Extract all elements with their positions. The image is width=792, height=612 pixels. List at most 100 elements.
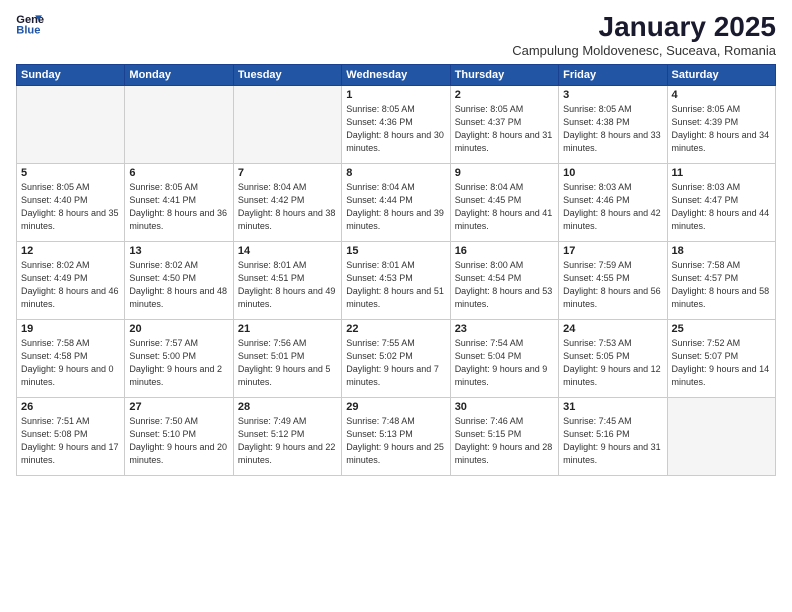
logo-icon: General Blue xyxy=(16,12,44,36)
day-info: Sunrise: 8:05 AM Sunset: 4:39 PM Dayligh… xyxy=(672,103,771,155)
day-number: 11 xyxy=(672,167,771,179)
day-number: 3 xyxy=(563,89,662,101)
logo: General Blue xyxy=(16,12,44,36)
calendar-cell: 30 Sunrise: 7:46 AM Sunset: 5:15 PM Dayli… xyxy=(450,397,558,475)
day-number: 28 xyxy=(238,401,337,413)
calendar-cell: 31 Sunrise: 7:45 AM Sunset: 5:16 PM Dayli… xyxy=(559,397,667,475)
day-info: Sunrise: 7:58 AM Sunset: 4:57 PM Dayligh… xyxy=(672,259,771,311)
calendar-cell: 17 Sunrise: 7:59 AM Sunset: 4:55 PM Dayli… xyxy=(559,241,667,319)
week-row-4: 19 Sunrise: 7:58 AM Sunset: 4:58 PM Dayli… xyxy=(17,319,776,397)
day-info: Sunrise: 7:49 AM Sunset: 5:12 PM Dayligh… xyxy=(238,415,337,467)
day-number: 20 xyxy=(129,323,228,335)
calendar-cell: 7 Sunrise: 8:04 AM Sunset: 4:42 PM Daylig… xyxy=(233,163,341,241)
day-info: Sunrise: 7:58 AM Sunset: 4:58 PM Dayligh… xyxy=(21,337,120,389)
day-number: 10 xyxy=(563,167,662,179)
day-number: 18 xyxy=(672,245,771,257)
week-row-5: 26 Sunrise: 7:51 AM Sunset: 5:08 PM Dayli… xyxy=(17,397,776,475)
day-info: Sunrise: 8:05 AM Sunset: 4:40 PM Dayligh… xyxy=(21,181,120,233)
day-number: 31 xyxy=(563,401,662,413)
day-number: 4 xyxy=(672,89,771,101)
calendar-cell: 15 Sunrise: 8:01 AM Sunset: 4:53 PM Dayli… xyxy=(342,241,450,319)
calendar-cell: 8 Sunrise: 8:04 AM Sunset: 4:44 PM Daylig… xyxy=(342,163,450,241)
day-info: Sunrise: 7:53 AM Sunset: 5:05 PM Dayligh… xyxy=(563,337,662,389)
day-info: Sunrise: 7:50 AM Sunset: 5:10 PM Dayligh… xyxy=(129,415,228,467)
day-number: 26 xyxy=(21,401,120,413)
day-info: Sunrise: 7:52 AM Sunset: 5:07 PM Dayligh… xyxy=(672,337,771,389)
day-info: Sunrise: 7:54 AM Sunset: 5:04 PM Dayligh… xyxy=(455,337,554,389)
day-info: Sunrise: 7:51 AM Sunset: 5:08 PM Dayligh… xyxy=(21,415,120,467)
calendar-cell: 19 Sunrise: 7:58 AM Sunset: 4:58 PM Dayli… xyxy=(17,319,125,397)
calendar-cell xyxy=(667,397,775,475)
day-number: 24 xyxy=(563,323,662,335)
day-number: 8 xyxy=(346,167,445,179)
calendar-cell: 18 Sunrise: 7:58 AM Sunset: 4:57 PM Dayli… xyxy=(667,241,775,319)
svg-text:Blue: Blue xyxy=(16,24,40,36)
header-saturday: Saturday xyxy=(667,64,775,85)
calendar-cell xyxy=(17,85,125,163)
day-info: Sunrise: 8:05 AM Sunset: 4:36 PM Dayligh… xyxy=(346,103,445,155)
day-info: Sunrise: 8:03 AM Sunset: 4:47 PM Dayligh… xyxy=(672,181,771,233)
day-number: 1 xyxy=(346,89,445,101)
day-number: 2 xyxy=(455,89,554,101)
week-row-2: 5 Sunrise: 8:05 AM Sunset: 4:40 PM Daylig… xyxy=(17,163,776,241)
calendar-cell: 20 Sunrise: 7:57 AM Sunset: 5:00 PM Dayli… xyxy=(125,319,233,397)
page: General Blue January 2025 Campulung Mold… xyxy=(0,0,792,612)
day-info: Sunrise: 8:05 AM Sunset: 4:41 PM Dayligh… xyxy=(129,181,228,233)
day-info: Sunrise: 8:04 AM Sunset: 4:42 PM Dayligh… xyxy=(238,181,337,233)
calendar-cell: 11 Sunrise: 8:03 AM Sunset: 4:47 PM Dayli… xyxy=(667,163,775,241)
calendar-cell: 27Sunrise: 7:50 AM Sunset: 5:10 PM Dayli… xyxy=(125,397,233,475)
day-number: 22 xyxy=(346,323,445,335)
calendar-cell: 23 Sunrise: 7:54 AM Sunset: 5:04 PM Dayli… xyxy=(450,319,558,397)
day-info: Sunrise: 8:03 AM Sunset: 4:46 PM Dayligh… xyxy=(563,181,662,233)
day-number: 15 xyxy=(346,245,445,257)
calendar-cell: 24 Sunrise: 7:53 AM Sunset: 5:05 PM Dayli… xyxy=(559,319,667,397)
calendar-cell: 3Sunrise: 8:05 AM Sunset: 4:38 PM Daylig… xyxy=(559,85,667,163)
calendar-table: Sunday Monday Tuesday Wednesday Thursday… xyxy=(16,64,776,476)
day-info: Sunrise: 8:01 AM Sunset: 4:53 PM Dayligh… xyxy=(346,259,445,311)
day-info: Sunrise: 7:57 AM Sunset: 5:00 PM Dayligh… xyxy=(129,337,228,389)
calendar-cell: 13 Sunrise: 8:02 AM Sunset: 4:50 PM Dayli… xyxy=(125,241,233,319)
calendar-cell: 16 Sunrise: 8:00 AM Sunset: 4:54 PM Dayli… xyxy=(450,241,558,319)
calendar-cell: 14Sunrise: 8:01 AM Sunset: 4:51 PM Dayli… xyxy=(233,241,341,319)
day-info: Sunrise: 8:02 AM Sunset: 4:50 PM Dayligh… xyxy=(129,259,228,311)
day-info: Sunrise: 8:01 AM Sunset: 4:51 PM Dayligh… xyxy=(238,259,337,311)
calendar-cell: 26 Sunrise: 7:51 AM Sunset: 5:08 PM Dayli… xyxy=(17,397,125,475)
day-info: Sunrise: 7:45 AM Sunset: 5:16 PM Dayligh… xyxy=(563,415,662,467)
weekday-header-row: Sunday Monday Tuesday Wednesday Thursday… xyxy=(17,64,776,85)
header-tuesday: Tuesday xyxy=(233,64,341,85)
week-row-3: 12Sunrise: 8:02 AM Sunset: 4:49 PM Dayli… xyxy=(17,241,776,319)
day-number: 23 xyxy=(455,323,554,335)
day-number: 5 xyxy=(21,167,120,179)
day-number: 16 xyxy=(455,245,554,257)
day-number: 7 xyxy=(238,167,337,179)
week-row-1: 1 Sunrise: 8:05 AM Sunset: 4:36 PM Daylig… xyxy=(17,85,776,163)
day-info: Sunrise: 8:05 AM Sunset: 4:37 PM Dayligh… xyxy=(455,103,554,155)
day-number: 17 xyxy=(563,245,662,257)
day-info: Sunrise: 7:55 AM Sunset: 5:02 PM Dayligh… xyxy=(346,337,445,389)
day-number: 19 xyxy=(21,323,120,335)
calendar-cell: 4 Sunrise: 8:05 AM Sunset: 4:39 PM Daylig… xyxy=(667,85,775,163)
calendar-cell: 25Sunrise: 7:52 AM Sunset: 5:07 PM Dayli… xyxy=(667,319,775,397)
day-info: Sunrise: 7:46 AM Sunset: 5:15 PM Dayligh… xyxy=(455,415,554,467)
calendar-cell: 12Sunrise: 8:02 AM Sunset: 4:49 PM Dayli… xyxy=(17,241,125,319)
calendar-cell: 21Sunrise: 7:56 AM Sunset: 5:01 PM Dayli… xyxy=(233,319,341,397)
day-number: 6 xyxy=(129,167,228,179)
day-number: 30 xyxy=(455,401,554,413)
day-info: Sunrise: 7:56 AM Sunset: 5:01 PM Dayligh… xyxy=(238,337,337,389)
header: General Blue January 2025 Campulung Mold… xyxy=(16,12,776,58)
subtitle: Campulung Moldovenesc, Suceava, Romania xyxy=(512,43,776,58)
day-info: Sunrise: 7:59 AM Sunset: 4:55 PM Dayligh… xyxy=(563,259,662,311)
day-number: 13 xyxy=(129,245,228,257)
day-info: Sunrise: 8:00 AM Sunset: 4:54 PM Dayligh… xyxy=(455,259,554,311)
header-thursday: Thursday xyxy=(450,64,558,85)
day-number: 9 xyxy=(455,167,554,179)
calendar-cell: 2 Sunrise: 8:05 AM Sunset: 4:37 PM Daylig… xyxy=(450,85,558,163)
header-sunday: Sunday xyxy=(17,64,125,85)
header-monday: Monday xyxy=(125,64,233,85)
day-info: Sunrise: 7:48 AM Sunset: 5:13 PM Dayligh… xyxy=(346,415,445,467)
day-info: Sunrise: 8:04 AM Sunset: 4:44 PM Dayligh… xyxy=(346,181,445,233)
calendar-cell xyxy=(233,85,341,163)
day-info: Sunrise: 8:04 AM Sunset: 4:45 PM Dayligh… xyxy=(455,181,554,233)
calendar-cell: 22 Sunrise: 7:55 AM Sunset: 5:02 PM Dayli… xyxy=(342,319,450,397)
header-wednesday: Wednesday xyxy=(342,64,450,85)
